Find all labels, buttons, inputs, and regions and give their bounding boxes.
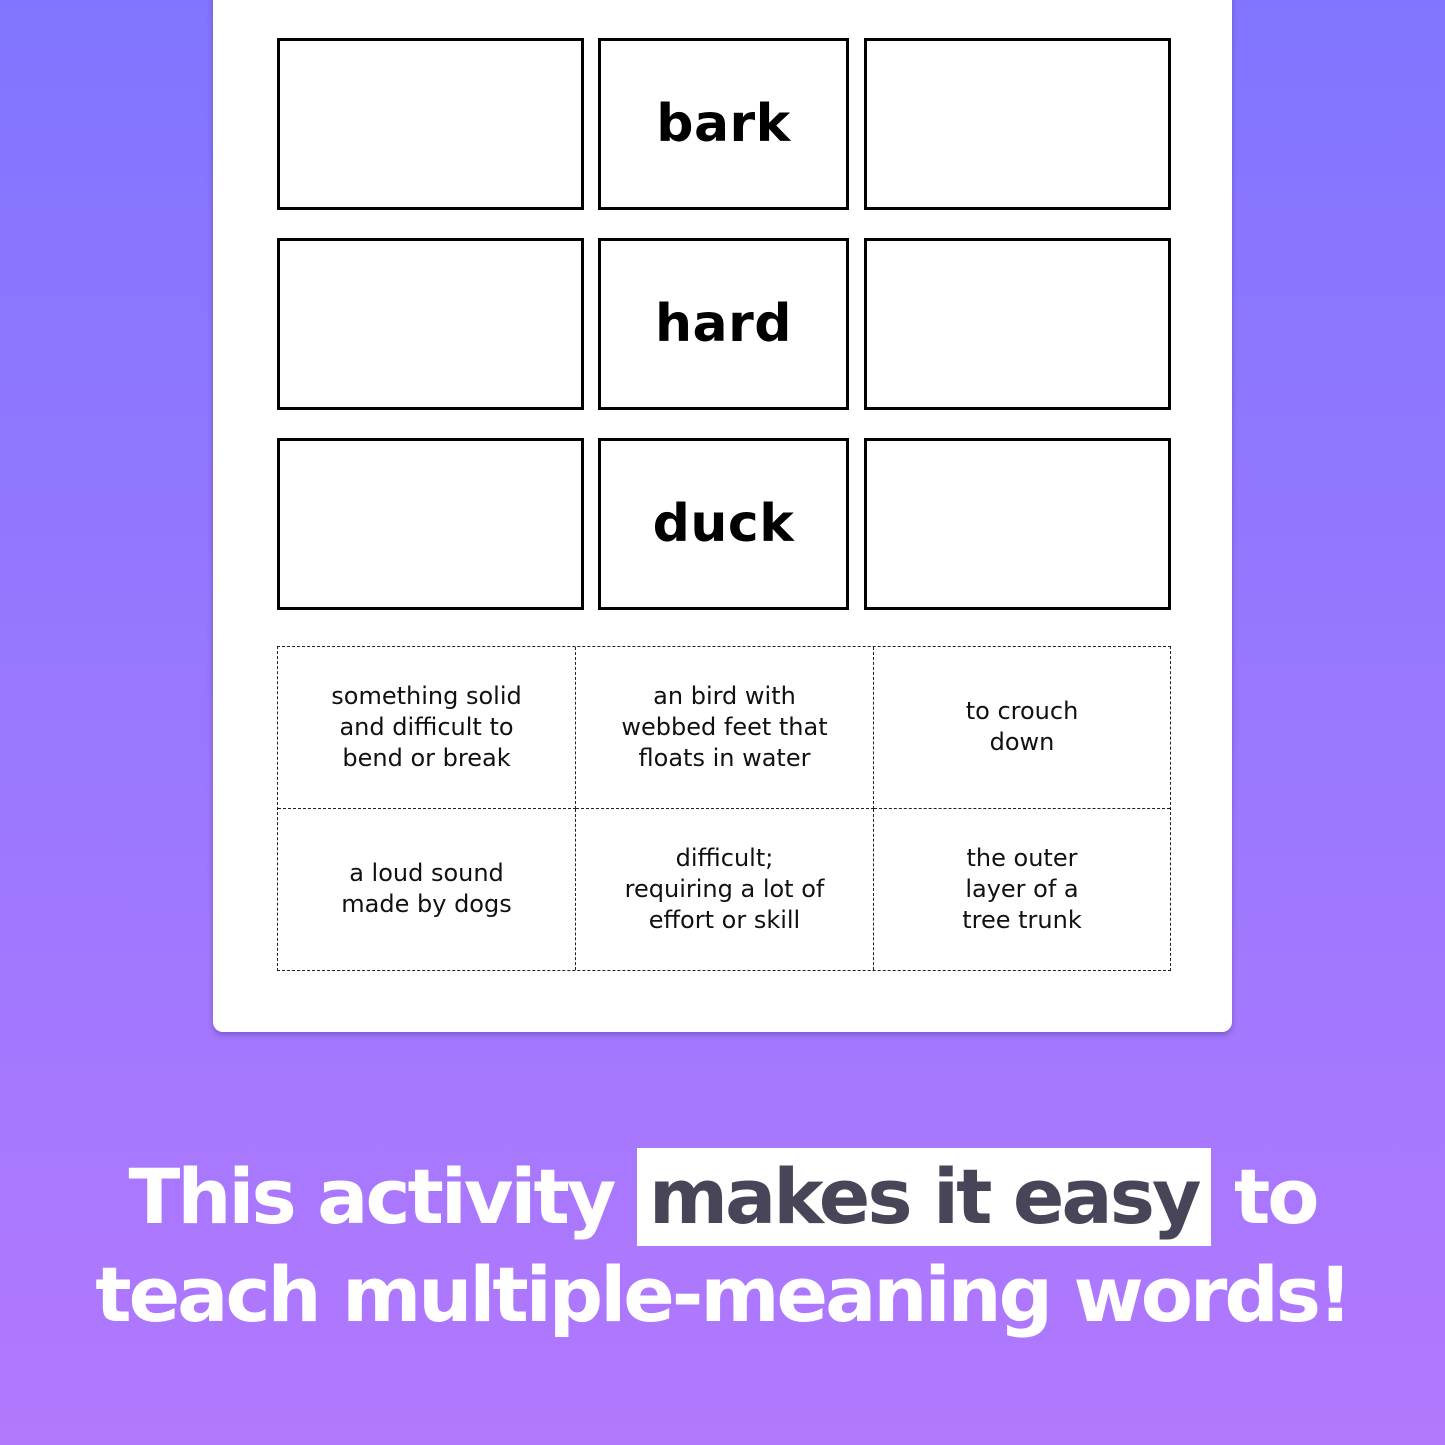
definition-text: something solid and difficult to bend or…: [331, 681, 522, 772]
caption-text-before: This activity: [128, 1152, 616, 1241]
word-card-bark: bark: [598, 38, 849, 210]
definition-text: the outer layer of a tree trunk: [962, 843, 1082, 934]
word-text: hard: [655, 294, 792, 354]
blank-box-row3-right: [864, 438, 1171, 610]
blank-box-row2-right: [864, 238, 1171, 410]
caption-text-after: to: [1233, 1152, 1320, 1241]
word-text: duck: [652, 494, 795, 554]
caption-highlight: makes it easy: [636, 1148, 1211, 1246]
definition-text: an bird with webbed feet that floats in …: [621, 681, 828, 772]
word-card-duck: duck: [598, 438, 849, 610]
word-text: bark: [656, 94, 791, 154]
definition-text: to crouch down: [965, 697, 1079, 757]
definition-card: difficult; requiring a lot of effort or …: [576, 808, 874, 970]
blank-box-row3-left: [277, 438, 584, 610]
definition-card: the outer layer of a tree trunk: [874, 809, 1170, 971]
caption-line-2: teach multiple-meaning words!: [95, 1250, 1352, 1339]
definition-card: a loud sound made by dogs: [278, 808, 576, 970]
definition-card: an bird with webbed feet that floats in …: [576, 647, 874, 809]
blank-box-row2-left: [277, 238, 584, 410]
caption-line-1: This activity makes it easy to: [0, 1148, 1445, 1246]
blank-box-row1-right: [864, 38, 1171, 210]
definition-text: difficult; requiring a lot of effort or …: [624, 843, 825, 934]
definition-text: a loud sound made by dogs: [341, 859, 512, 919]
word-card-hard: hard: [598, 238, 849, 410]
definition-cards-grid: something solid and difficult to bend or…: [277, 646, 1171, 971]
blank-box-row1-left: [277, 38, 584, 210]
definition-card: something solid and difficult to bend or…: [278, 647, 576, 809]
definition-card: to crouch down: [874, 647, 1170, 809]
